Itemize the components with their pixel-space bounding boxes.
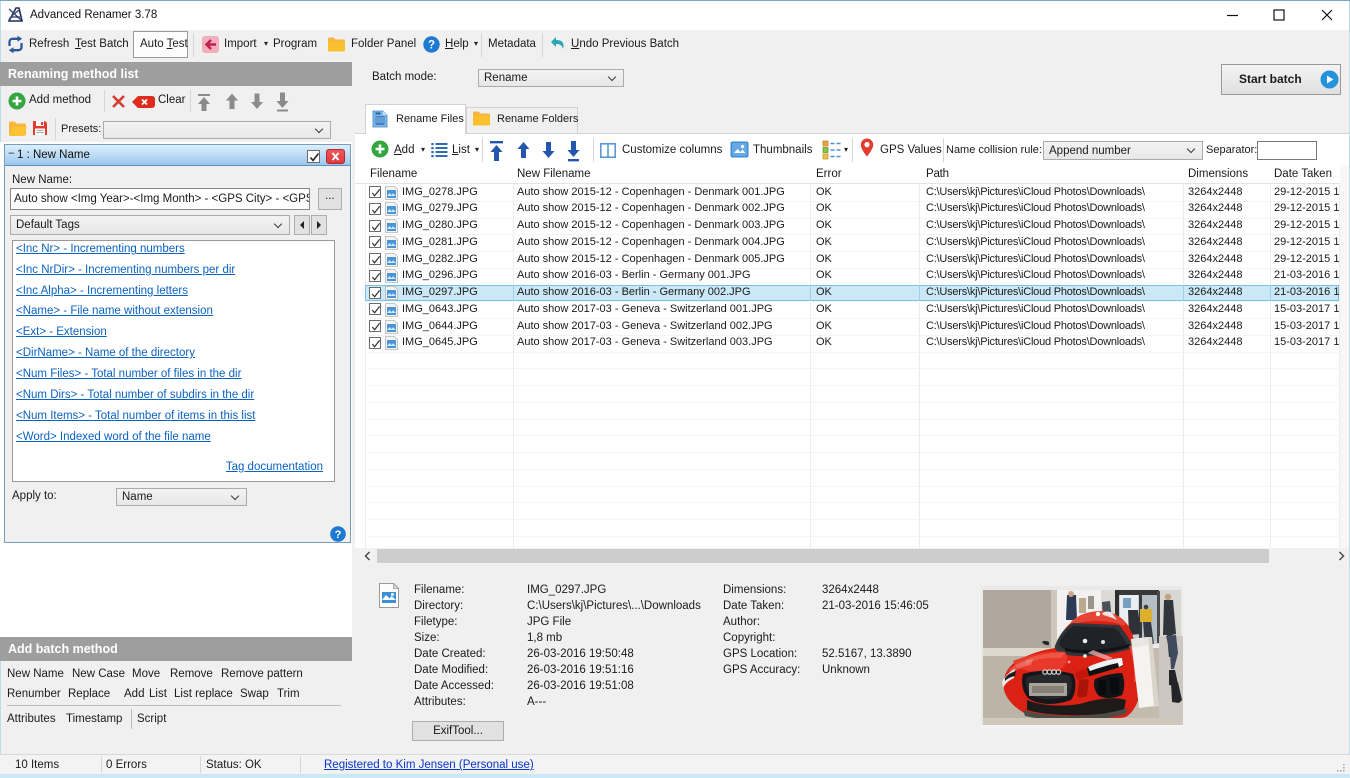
svg-text:?: ? xyxy=(428,40,435,52)
svg-text:?: ? xyxy=(335,529,342,541)
